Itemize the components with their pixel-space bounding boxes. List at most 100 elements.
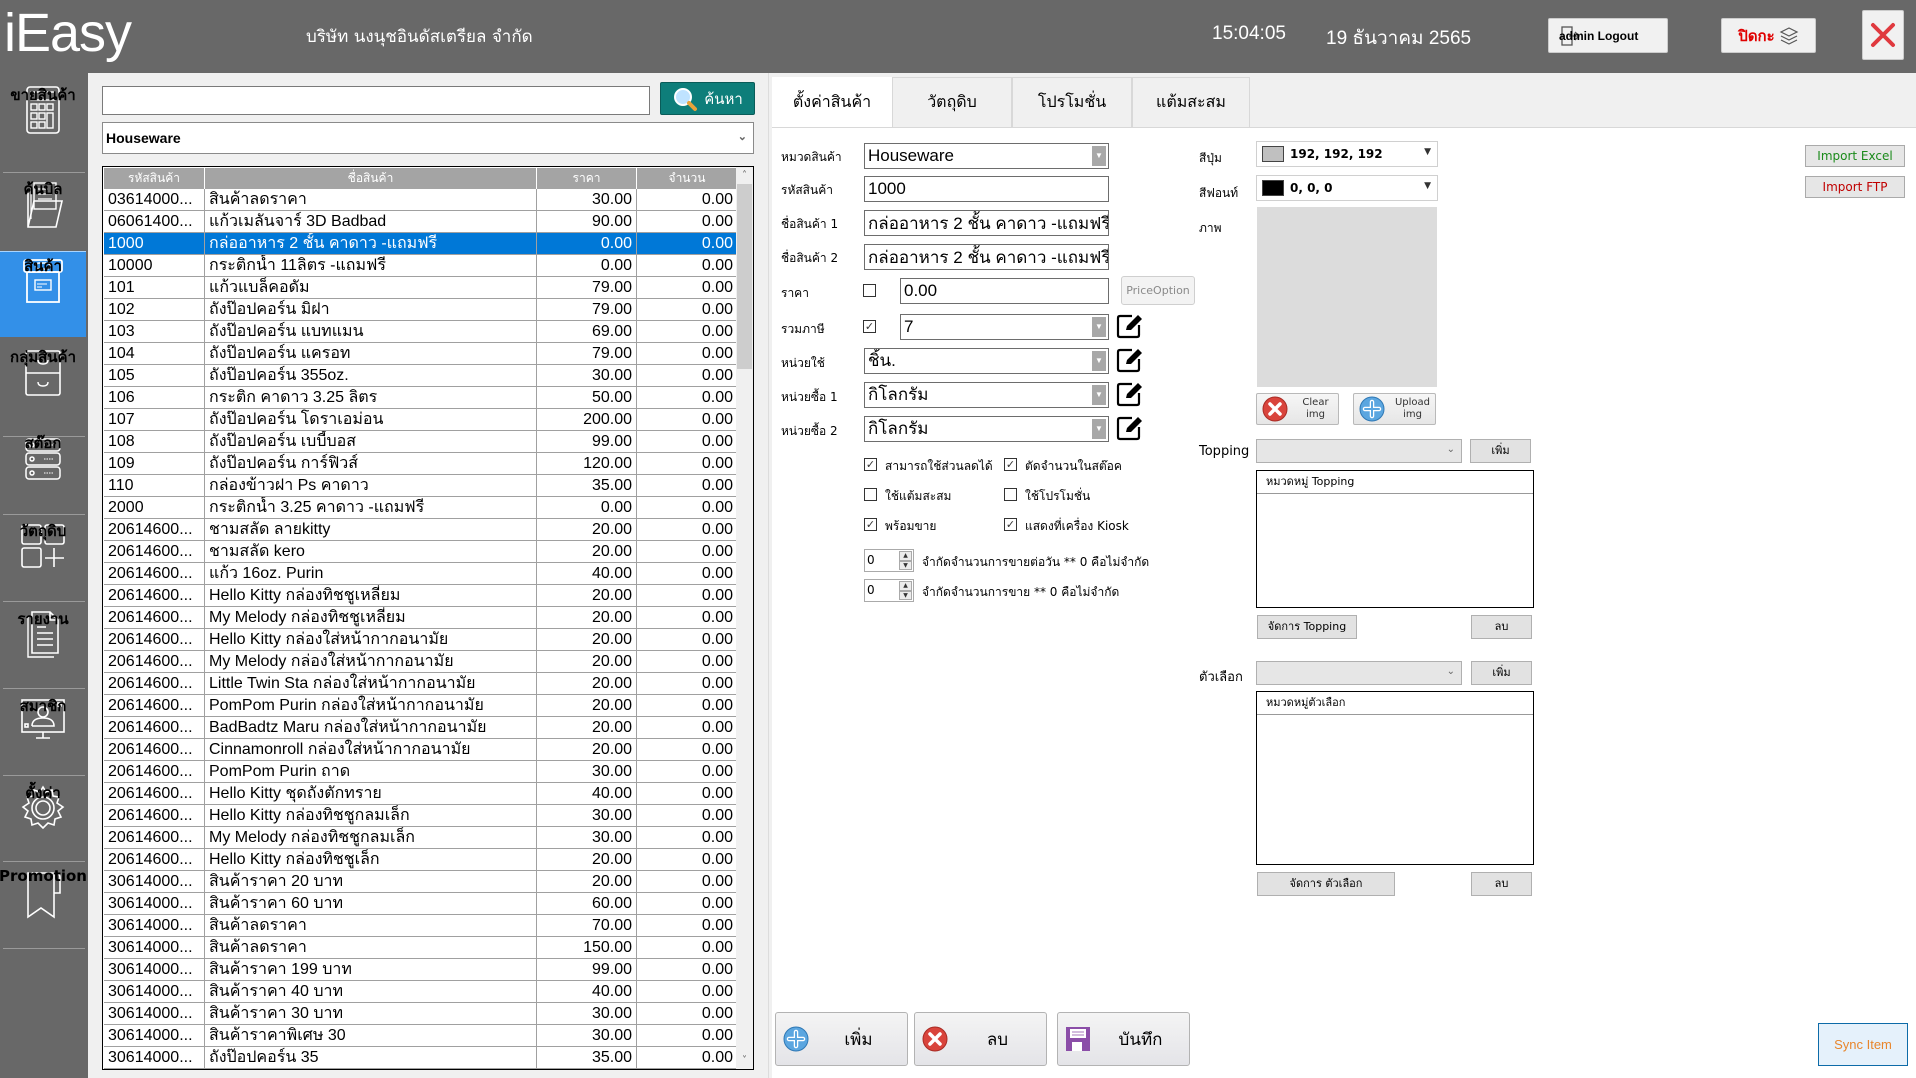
topping-list[interactable]: หมวดหมู่ Topping [1256, 470, 1534, 608]
sidebar-item-products[interactable]: สินค้า [0, 251, 86, 337]
import-excel-button[interactable]: Import Excel [1805, 145, 1905, 167]
table-row[interactable]: 06061400... แก้วเมลันจาร์ 3D Badbad 90.00 0… [104, 211, 738, 233]
scroll-thumb[interactable] [737, 184, 752, 369]
product-name1-input[interactable] [864, 210, 1109, 236]
save-product-button[interactable]: บันทึก [1057, 1012, 1190, 1066]
tab-promotion[interactable]: โปรโมชั่น [1012, 77, 1132, 127]
topping-delete-button[interactable]: ลบ [1471, 615, 1532, 639]
tab-points[interactable]: แต้มสะสม [1132, 77, 1250, 127]
import-ftp-button[interactable]: Import FTP [1805, 176, 1905, 198]
unit-buy2-combo[interactable]: กิโลกรัม ▼ [864, 416, 1109, 442]
topping-add-button[interactable]: เพิ่ม [1470, 439, 1531, 463]
table-row[interactable]: 2000 กระติกน้ำ 3.25 คาดาว -แถมฟรี 0.00 0.00 [104, 497, 738, 519]
option-points-checkbox[interactable] [864, 488, 877, 501]
choice-select[interactable]: ⌄ [1256, 661, 1462, 685]
spin-up-icon[interactable]: ▲ [899, 581, 912, 591]
topping-select[interactable]: ⌄ [1256, 439, 1462, 463]
clear-image-button[interactable]: Clear img [1256, 393, 1339, 425]
table-row[interactable]: 30614000... สินค้าราคา 40 บาท 40.00 0.00 [104, 981, 738, 1003]
table-row[interactable]: 20614600... BadBadtz Maru กล่องใส่หน้ากาก… [104, 717, 738, 739]
exit-app-button[interactable] [1862, 10, 1904, 60]
sidebar-item-settings[interactable]: ตั้งค่า [0, 779, 86, 865]
table-scrollbar[interactable]: ˄ ˅ [736, 167, 753, 1069]
table-row[interactable]: 20614600... PomPom Purin กล่องใส่หน้ากากอ… [104, 695, 738, 717]
product-code-input[interactable] [864, 176, 1109, 202]
upload-image-button[interactable]: Upload img [1353, 393, 1436, 425]
column-header-qty[interactable]: จำนวน [637, 168, 738, 189]
total-limit-spinner[interactable]: 0 ▲ ▼ [864, 579, 914, 602]
table-row[interactable]: 30614000... ถังป๊อปคอร์น 35 35.00 0.00 [104, 1047, 738, 1069]
table-row[interactable]: 1000 กล่ออาหาร 2 ชั้น คาดาว -แถมฟรี 0.00 0.… [104, 233, 738, 255]
table-row[interactable]: 30614000... สินค้าราคา 60 บาท 60.00 0.00 [104, 893, 738, 915]
sidebar-item-sell[interactable]: ขายสินค้า [0, 81, 86, 167]
table-row[interactable]: 20614600... ชามสลัด ลายkitty 20.00 0.00 [104, 519, 738, 541]
product-image-preview[interactable] [1257, 207, 1437, 387]
sync-item-button[interactable]: Sync Item [1818, 1023, 1908, 1066]
column-header-name[interactable]: ชื่อสินค้า [205, 168, 537, 189]
table-row[interactable]: 20614600... Hello Kitty กล่องทิชชูเหลี่ยม… [104, 585, 738, 607]
sidebar-item-reports[interactable]: รายงาน [0, 605, 86, 691]
scroll-down-icon[interactable]: ˅ [736, 1052, 753, 1069]
table-row[interactable]: 30614000... สินค้าลดราคา 70.00 0.00 [104, 915, 738, 937]
category-combo[interactable]: Houseware ▼ [864, 143, 1109, 169]
table-row[interactable]: 108 ถังป๊อปคอร์น เบบี้บอส 99.00 0.00 [104, 431, 738, 453]
product-search-input[interactable] [102, 86, 650, 115]
table-row[interactable]: 20614600... My Melody กล่องใส่หน้ากากอนาม… [104, 651, 738, 673]
table-row[interactable]: 105 ถังป๊อปคอร์น 355oz. 30.00 0.00 [104, 365, 738, 387]
table-row[interactable]: 109 ถังป๊อปคอร์น การ์ฟิวส์ 120.00 0.00 [104, 453, 738, 475]
spin-up-icon[interactable]: ▲ [899, 551, 912, 561]
manage-topping-button[interactable]: จัดการ Topping [1257, 615, 1357, 639]
table-row[interactable]: 101 แก้วแบล็คอดัม 79.00 0.00 [104, 277, 738, 299]
spin-down-icon[interactable]: ▼ [899, 560, 912, 570]
edit-unit-buy2-icon[interactable] [1116, 415, 1144, 441]
sidebar-item-stock[interactable]: สต๊อก [0, 429, 86, 515]
table-row[interactable]: 30614000... สินค้าราคาพิเศษ 30 30.00 0.00 [104, 1025, 738, 1047]
option-discount-checkbox[interactable]: ✓ [864, 458, 877, 471]
manage-choice-button[interactable]: จัดการ ตัวเลือก [1257, 872, 1395, 896]
daily-limit-spinner[interactable]: 0 ▲ ▼ [864, 549, 914, 572]
table-row[interactable]: 20614600... Hello Kitty กล่องทิชชูเล็ก 20.… [104, 849, 738, 871]
table-row[interactable]: 20614600... Hello Kitty ชุดถังตักทราย 40.0… [104, 783, 738, 805]
search-button[interactable]: ค้นหา [660, 82, 755, 115]
button-color-picker[interactable]: 192, 192, 192 ▼ [1256, 141, 1438, 167]
column-header-code[interactable]: รหัสสินค้า [104, 168, 205, 189]
table-row[interactable]: 104 ถังป๊อปคอร์น แครอท 79.00 0.00 [104, 343, 738, 365]
table-row[interactable]: 30614000... สินค้าลดราคา 150.00 0.00 [104, 937, 738, 959]
price-input[interactable] [900, 278, 1109, 304]
table-row[interactable]: 20614600... PomPom Purin ถาด 30.00 0.00 [104, 761, 738, 783]
scroll-up-icon[interactable]: ˄ [736, 167, 753, 184]
sidebar-item-search-bill[interactable]: ค้นบิล [0, 175, 86, 261]
logout-button[interactable]: admin Logout [1548, 18, 1668, 53]
table-row[interactable]: 20614600... Cinnamonroll กล่องใส่หน้ากากอ… [104, 739, 738, 761]
table-row[interactable]: 20614600... My Melody กล่องทิชชูเหลี่ยม 20… [104, 607, 738, 629]
table-row[interactable]: 30614000... สินค้าราคา 30 บาท 30.00 0.00 [104, 1003, 738, 1025]
spin-down-icon[interactable]: ▼ [899, 590, 912, 600]
price-checkbox[interactable] [863, 284, 876, 297]
option-kiosk-checkbox[interactable]: ✓ [1004, 518, 1017, 531]
font-color-picker[interactable]: 0, 0, 0 ▼ [1256, 175, 1438, 201]
sidebar-item-product-groups[interactable]: กลุ่มสินค้า [0, 343, 86, 429]
option-promotion-checkbox[interactable] [1004, 488, 1017, 501]
table-row[interactable]: 30614000... สินค้าราคา 199 บาท 99.00 0.00 [104, 959, 738, 981]
tax-checkbox[interactable]: ✓ [863, 320, 876, 333]
sidebar-item-raw-materials[interactable]: วัตถุดิบ [0, 517, 86, 603]
column-header-price[interactable]: ราคา [537, 168, 637, 189]
edit-unit-use-icon[interactable] [1116, 347, 1144, 373]
option-ready-checkbox[interactable]: ✓ [864, 518, 877, 531]
choice-delete-button[interactable]: ลบ [1471, 872, 1532, 896]
add-product-button[interactable]: เพิ่ม [775, 1012, 908, 1066]
table-row[interactable]: 30614000... สินค้าราคา 20 บาท 20.00 0.00 [104, 871, 738, 893]
edit-unit-buy1-icon[interactable] [1116, 381, 1144, 407]
table-row[interactable]: 20614600... Little Twin Sta กล่องใส่หน้าก… [104, 673, 738, 695]
table-row[interactable]: 106 กระติก คาดาว 3.25 ลิตร 50.00 0.00 [104, 387, 738, 409]
close-shift-button[interactable]: ปิดกะ [1721, 18, 1816, 53]
tab-raw-materials[interactable]: วัตถุดิบ [892, 77, 1012, 127]
unit-buy1-combo[interactable]: กิโลกรัม ▼ [864, 382, 1109, 408]
category-filter-select[interactable]: Houseware ⌄ [102, 122, 754, 154]
sidebar-item-members[interactable]: สมาชิก [0, 692, 86, 778]
table-row[interactable]: 20614600... Hello Kitty กล่องใส่หน้ากากอน… [104, 629, 738, 651]
table-row[interactable]: 20614600... Hello Kitty กล่องทิชชูกลมเล็ก… [104, 805, 738, 827]
edit-tax-icon[interactable] [1116, 313, 1144, 339]
table-row[interactable]: 110 กล่องข้าวฝา Ps คาดาว 35.00 0.00 [104, 475, 738, 497]
table-row[interactable]: 102 ถังป๊อปคอร์น มิฝา 79.00 0.00 [104, 299, 738, 321]
